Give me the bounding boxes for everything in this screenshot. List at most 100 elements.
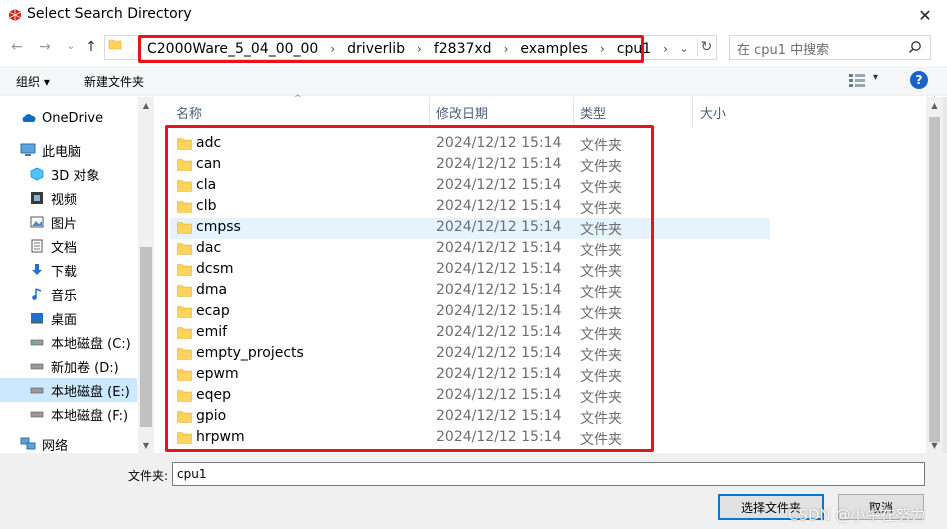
computer-icon xyxy=(20,142,36,158)
column-header-type[interactable]: 类型 xyxy=(580,100,606,124)
address-dropdown-button[interactable]: ⌄ xyxy=(676,40,692,56)
file-type: 文件夹 xyxy=(580,264,622,280)
file-row[interactable]: gpio 2024/12/12 15:14 文件夹 xyxy=(170,407,770,428)
file-name: can xyxy=(196,156,222,172)
scrollbar-thumb[interactable] xyxy=(140,247,152,427)
sidebar-item-label: 本地磁盘 (E:) xyxy=(51,384,130,400)
sidebar-item-network[interactable]: 网络 xyxy=(0,434,137,454)
sidebar-item-pictures[interactable]: 图片 xyxy=(0,210,137,234)
column-divider[interactable] xyxy=(692,97,693,127)
scroll-up-icon[interactable]: ▲ xyxy=(926,97,943,113)
sidebar-item-label: 音乐 xyxy=(51,288,78,304)
file-date: 2024/12/12 15:14 xyxy=(436,240,562,256)
column-divider[interactable] xyxy=(429,97,430,127)
sidebar-item-drive-d[interactable]: 新加卷 (D:) xyxy=(0,354,137,378)
sidebar-item-onedrive[interactable]: OneDrive xyxy=(0,106,137,130)
folder-icon xyxy=(177,327,192,339)
file-row[interactable]: cmpss 2024/12/12 15:14 文件夹 xyxy=(170,218,770,239)
scroll-down-icon[interactable]: ▼ xyxy=(926,437,943,453)
recent-locations-button[interactable]: ⌄ xyxy=(62,36,80,54)
sidebar-item-music[interactable]: 音乐 xyxy=(0,282,137,306)
column-header-size[interactable]: 大小 xyxy=(700,100,726,124)
sidebar-item-this-pc[interactable]: 此电脑 xyxy=(0,138,137,162)
file-name: eqep xyxy=(196,387,231,403)
sidebar-item-videos[interactable]: 视频 xyxy=(0,186,137,210)
file-row[interactable]: hrpwm 2024/12/12 15:14 文件夹 xyxy=(170,428,770,449)
file-type: 文件夹 xyxy=(580,243,622,259)
search-icon[interactable] xyxy=(908,40,922,54)
up-button[interactable]: ↑ xyxy=(82,38,100,56)
forward-button[interactable]: → xyxy=(36,38,54,56)
file-date: 2024/12/12 15:14 xyxy=(436,345,562,361)
new-folder-button[interactable]: 新建文件夹 xyxy=(84,73,144,90)
folder-icon xyxy=(177,201,192,213)
file-row[interactable]: dma 2024/12/12 15:14 文件夹 xyxy=(170,281,770,302)
file-list-scrollbar[interactable]: ▲ ▼ xyxy=(926,97,943,453)
refresh-button[interactable]: ↻ xyxy=(697,38,715,56)
folder-icon xyxy=(177,369,192,381)
file-name: dma xyxy=(196,282,228,298)
file-row[interactable]: empty_projects 2024/12/12 15:14 文件夹 xyxy=(170,344,770,365)
chevron-down-icon: ⌄ xyxy=(679,41,689,55)
file-row[interactable]: dcsm 2024/12/12 15:14 文件夹 xyxy=(170,260,770,281)
folder-name-input[interactable] xyxy=(172,462,925,486)
file-type: 文件夹 xyxy=(580,201,622,217)
file-row[interactable]: clb 2024/12/12 15:14 文件夹 xyxy=(170,197,770,218)
view-dropdown-button[interactable]: ▾ xyxy=(873,72,878,83)
folder-icon xyxy=(177,264,192,276)
view-options-icon[interactable] xyxy=(848,72,866,88)
column-header-name[interactable]: 名称 xyxy=(176,100,202,124)
refresh-icon: ↻ xyxy=(700,39,713,55)
file-row[interactable]: dac 2024/12/12 15:14 文件夹 xyxy=(170,239,770,260)
column-divider[interactable] xyxy=(573,97,574,127)
sidebar-item-label: 网络 xyxy=(42,438,69,454)
breadcrumb-item[interactable]: driverlib › xyxy=(347,41,434,57)
file-row[interactable]: adc 2024/12/12 15:14 文件夹 xyxy=(170,134,770,155)
sidebar-item-downloads[interactable]: 下载 xyxy=(0,258,137,282)
scroll-down-icon[interactable]: ▼ xyxy=(138,437,154,453)
sidebar-item-3d-objects[interactable]: 3D 对象 xyxy=(0,162,137,186)
close-button[interactable]: ✕ xyxy=(903,0,947,30)
file-row[interactable]: cla 2024/12/12 15:14 文件夹 xyxy=(170,176,770,197)
chevron-right-icon: › xyxy=(503,42,509,56)
breadcrumb-item[interactable]: C2000Ware_5_04_00_00 › xyxy=(147,41,347,57)
scroll-up-icon[interactable]: ▲ xyxy=(138,97,154,113)
cube-icon xyxy=(29,166,45,182)
breadcrumb-item[interactable]: f2837xd › xyxy=(434,41,521,57)
watermark: CSDN @小牛在努力 xyxy=(788,506,926,524)
music-icon xyxy=(29,286,45,302)
organize-menu[interactable]: 组织 ▾ xyxy=(16,73,50,90)
file-row[interactable]: eqep 2024/12/12 15:14 文件夹 xyxy=(170,386,770,407)
arrow-right-icon: → xyxy=(39,39,51,55)
back-button[interactable]: ← xyxy=(8,38,26,56)
desktop-icon xyxy=(29,310,45,326)
sidebar-scrollbar[interactable]: ▲ ▼ xyxy=(138,97,154,453)
file-row[interactable]: ecap 2024/12/12 15:14 文件夹 xyxy=(170,302,770,323)
breadcrumb-item[interactable]: examples › xyxy=(520,41,616,57)
chevron-right-icon: › xyxy=(330,42,336,56)
sidebar-item-drive-c[interactable]: 本地磁盘 (C:) xyxy=(0,330,137,354)
file-type: 文件夹 xyxy=(580,306,622,322)
download-icon xyxy=(29,262,45,278)
drive-icon xyxy=(29,382,45,398)
folder-icon xyxy=(177,222,192,234)
file-date: 2024/12/12 15:14 xyxy=(436,219,562,235)
sidebar-item-drive-f[interactable]: 本地磁盘 (F:) xyxy=(0,402,137,426)
file-type: 文件夹 xyxy=(580,327,622,343)
breadcrumb-item[interactable]: cpu1 › xyxy=(617,41,680,57)
sidebar-item-documents[interactable]: 文档 xyxy=(0,234,137,258)
column-header-date[interactable]: 修改日期 xyxy=(436,100,488,124)
file-name: ecap xyxy=(196,303,230,319)
help-icon[interactable]: ? xyxy=(910,71,928,89)
file-date: 2024/12/12 15:14 xyxy=(436,135,562,151)
scrollbar-thumb[interactable] xyxy=(929,117,940,442)
file-name: empty_projects xyxy=(196,345,304,361)
sidebar-item-label: OneDrive xyxy=(42,110,104,126)
sidebar-item-drive-e[interactable]: 本地磁盘 (E:) xyxy=(0,378,137,402)
network-icon xyxy=(20,436,36,452)
sidebar-item-label: 文档 xyxy=(51,240,78,256)
file-row[interactable]: can 2024/12/12 15:14 文件夹 xyxy=(170,155,770,176)
file-row[interactable]: emif 2024/12/12 15:14 文件夹 xyxy=(170,323,770,344)
file-row[interactable]: epwm 2024/12/12 15:14 文件夹 xyxy=(170,365,770,386)
sidebar-item-desktop[interactable]: 桌面 xyxy=(0,306,137,330)
